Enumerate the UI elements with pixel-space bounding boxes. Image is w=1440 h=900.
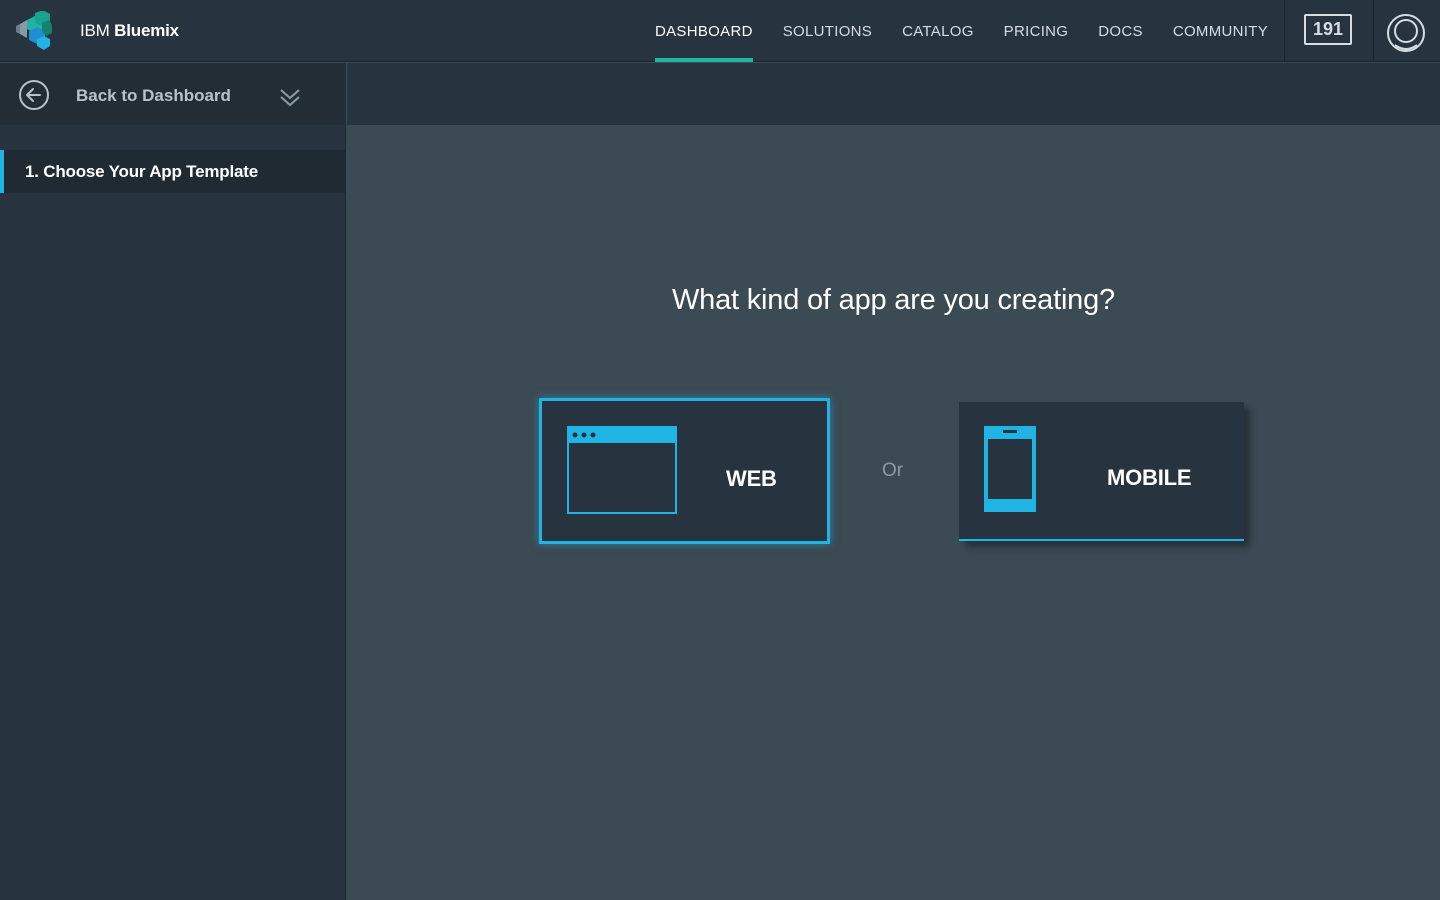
step-label: 1. Choose Your App Template [25, 161, 258, 181]
chevron-down-icon[interactable] [279, 87, 301, 107]
web-app-option[interactable]: WEB [539, 398, 830, 544]
nav-catalog[interactable]: CATALOG [887, 0, 989, 62]
nav-divider [1284, 0, 1285, 62]
page-question: What kind of app are you creating? [672, 284, 1115, 316]
nav-pricing[interactable]: PRICING [989, 0, 1084, 62]
user-avatar-icon[interactable] [1386, 13, 1426, 53]
top-navigation-bar: IBM Bluemix DASHBOARD SOLUTIONS CATALOG … [0, 0, 1440, 62]
browser-window-icon [567, 426, 677, 514]
brand-prefix: IBM [80, 21, 110, 40]
nav-community[interactable]: COMMUNITY [1158, 0, 1283, 62]
brand-name: Bluemix [114, 21, 179, 40]
bluemix-logo-icon[interactable] [12, 11, 54, 51]
back-label: Back to Dashboard [76, 86, 231, 105]
content-toolbar [347, 63, 1440, 125]
step-choose-template[interactable]: 1. Choose Your App Template [0, 150, 346, 193]
notification-counter[interactable]: 191 [1304, 14, 1352, 45]
mobile-phone-icon [984, 426, 1036, 512]
nav-dashboard[interactable]: DASHBOARD [640, 0, 768, 62]
nav-solutions[interactable]: SOLUTIONS [768, 0, 887, 62]
mobile-option-label: MOBILE [1107, 465, 1192, 490]
nav-docs[interactable]: DOCS [1083, 0, 1158, 62]
back-to-dashboard-link[interactable]: Back to Dashboard [0, 63, 346, 125]
web-option-label: WEB [726, 466, 777, 491]
or-separator: Or [882, 460, 904, 481]
sidebar: Back to Dashboard 1. Choose Your App Tem… [0, 63, 346, 900]
nav-divider [1373, 0, 1374, 62]
mobile-app-option[interactable]: MOBILE [959, 402, 1244, 541]
arrow-left-circle-icon [19, 80, 49, 110]
main-nav: DASHBOARD SOLUTIONS CATALOG PRICING DOCS… [640, 0, 1283, 62]
brand-title[interactable]: IBM Bluemix [80, 21, 179, 41]
